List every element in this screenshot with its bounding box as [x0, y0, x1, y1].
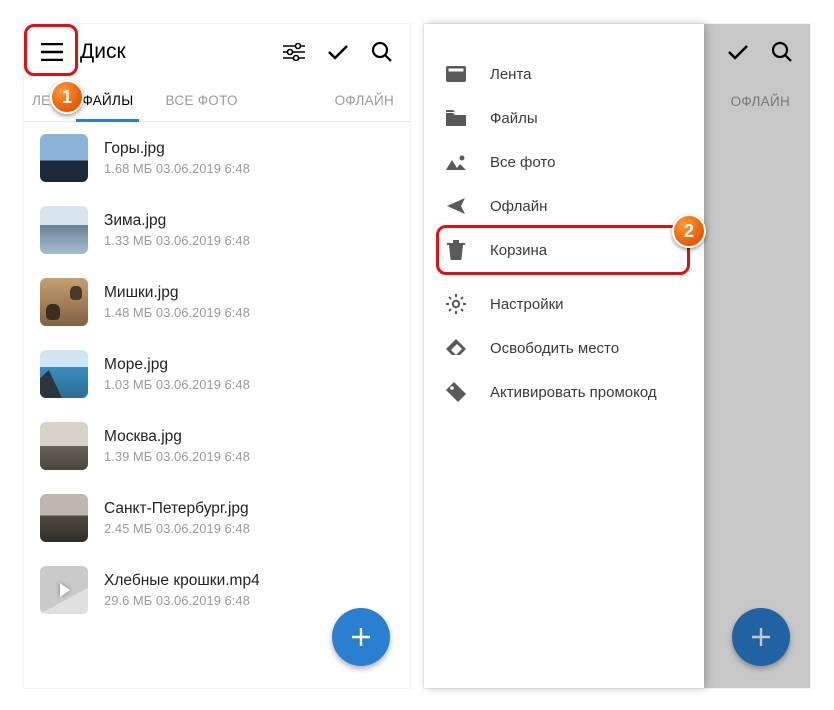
drawer-label: Освободить место — [490, 340, 619, 357]
drawer-label: Лента — [490, 66, 532, 83]
file-info: Санкт-Петербург.jpg 2.45 МБ 03.06.2019 6:… — [104, 500, 394, 536]
file-thumbnail — [40, 206, 88, 254]
file-meta: 1.39 МБ 03.06.2019 6:48 — [104, 449, 394, 464]
file-row[interactable]: Санкт-Петербург.jpg 2.45 МБ 03.06.2019 6:… — [24, 482, 410, 554]
plus-icon — [349, 625, 373, 649]
file-meta: 2.45 МБ 03.06.2019 6:48 — [104, 521, 394, 536]
trash-icon — [446, 240, 466, 260]
drawer-label: Активировать промокод — [490, 384, 657, 401]
file-row[interactable]: Горы.jpg 1.68 МБ 03.06.2019 6:48 — [24, 122, 410, 194]
photos-icon — [446, 152, 466, 172]
file-info: Горы.jpg 1.68 МБ 03.06.2019 6:48 — [104, 140, 394, 176]
app-title: Диск — [76, 40, 270, 64]
file-thumbnail — [40, 422, 88, 470]
file-meta: 1.03 МБ 03.06.2019 6:48 — [104, 377, 394, 392]
phone-right: ОФЛАЙН Лента Файлы Все фото О — [424, 24, 810, 688]
gear-icon — [446, 294, 466, 314]
file-thumbnail — [40, 278, 88, 326]
hamburger-icon — [41, 43, 63, 61]
drawer-label: Настройки — [490, 296, 564, 313]
file-meta: 29.6 МБ 03.06.2019 6:48 — [104, 593, 394, 608]
search-icon — [371, 41, 393, 63]
file-row[interactable]: Москва.jpg 1.39 МБ 03.06.2019 6:48 — [24, 410, 410, 482]
file-thumbnail — [40, 350, 88, 398]
tag-icon — [446, 382, 466, 402]
file-name: Санкт-Петербург.jpg — [104, 500, 394, 518]
drawer-label: Файлы — [490, 110, 538, 127]
airplane-icon — [446, 196, 466, 216]
file-meta: 1.48 МБ 03.06.2019 6:48 — [104, 305, 394, 320]
check-icon — [327, 43, 349, 61]
feed-icon — [446, 64, 466, 84]
file-info: Москва.jpg 1.39 МБ 03.06.2019 6:48 — [104, 428, 394, 464]
drawer-item-allphoto[interactable]: Все фото — [424, 140, 704, 184]
file-info: Мишки.jpg 1.48 МБ 03.06.2019 6:48 — [104, 284, 394, 320]
file-thumbnail — [40, 566, 88, 614]
tab-offline[interactable]: ОФЛАЙН — [319, 80, 410, 121]
file-thumbnail — [40, 134, 88, 182]
file-name: Хлебные крошки.mp4 — [104, 572, 394, 590]
tab-feed-cut[interactable]: ЛЕ — [24, 80, 66, 121]
drawer-label: Офлайн — [490, 198, 547, 215]
file-thumbnail — [40, 494, 88, 542]
file-row[interactable]: Море.jpg 1.03 МБ 03.06.2019 6:48 — [24, 338, 410, 410]
file-name: Море.jpg — [104, 356, 394, 374]
file-row[interactable]: Мишки.jpg 1.48 МБ 03.06.2019 6:48 — [24, 266, 410, 338]
file-info: Море.jpg 1.03 МБ 03.06.2019 6:48 — [104, 356, 394, 392]
file-name: Горы.jpg — [104, 140, 394, 158]
file-name: Мишки.jpg — [104, 284, 394, 302]
file-meta: 1.68 МБ 03.06.2019 6:48 — [104, 161, 394, 176]
drawer-item-freeup[interactable]: Освободить место — [424, 326, 704, 370]
eraser-icon — [446, 338, 466, 358]
drawer-label: Корзина — [490, 242, 547, 259]
drawer-item-promo[interactable]: Активировать промокод — [424, 370, 704, 414]
file-name: Москва.jpg — [104, 428, 394, 446]
tabs: ЛЕ ФАЙЛЫ ВСЕ ФОТО ОФЛАЙН — [24, 80, 410, 122]
drawer-label: Все фото — [490, 154, 555, 171]
drawer-item-offline[interactable]: Офлайн — [424, 184, 704, 228]
folder-icon — [446, 108, 466, 128]
tab-allphoto[interactable]: ВСЕ ФОТО — [149, 80, 253, 121]
tab-files[interactable]: ФАЙЛЫ — [66, 80, 149, 121]
sliders-icon — [283, 43, 305, 61]
file-row[interactable]: Зима.jpg 1.33 МБ 03.06.2019 6:48 — [24, 194, 410, 266]
file-meta: 1.33 МБ 03.06.2019 6:48 — [104, 233, 394, 248]
file-info: Зима.jpg 1.33 МБ 03.06.2019 6:48 — [104, 212, 394, 248]
header: Диск — [24, 24, 410, 80]
file-name: Зима.jpg — [104, 212, 394, 230]
file-info: Хлебные крошки.mp4 29.6 МБ 03.06.2019 6:4… — [104, 572, 394, 608]
fab-add[interactable] — [332, 608, 390, 666]
search-button[interactable] — [362, 32, 402, 72]
menu-button[interactable] — [32, 32, 72, 72]
filter-button[interactable] — [274, 32, 314, 72]
drawer-item-trash[interactable]: Корзина — [424, 228, 704, 272]
nav-drawer: Лента Файлы Все фото Офлайн Корзина — [424, 24, 704, 688]
drawer-item-feed[interactable]: Лента — [424, 52, 704, 96]
phone-left: Диск ЛЕ ФАЙЛЫ ВСЕ ФОТО ОФЛАЙН Горы.jpg 1.… — [24, 24, 410, 688]
drawer-item-files[interactable]: Файлы — [424, 96, 704, 140]
drawer-item-settings[interactable]: Настройки — [424, 282, 704, 326]
file-list: Горы.jpg 1.68 МБ 03.06.2019 6:48 Зима.jpg 1… — [24, 122, 410, 626]
select-button[interactable] — [318, 32, 358, 72]
